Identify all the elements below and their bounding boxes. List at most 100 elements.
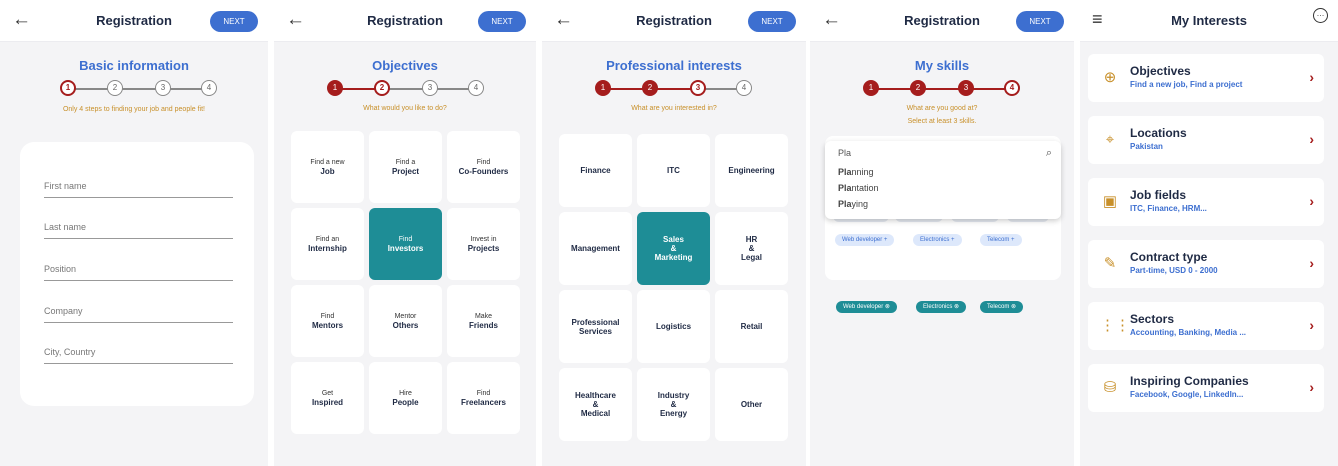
position-field[interactable]: Position xyxy=(44,263,233,281)
step-1: 1 xyxy=(863,80,879,96)
step-progress: 1 2 3 4 xyxy=(60,80,217,98)
tile-label: Co-Founders xyxy=(458,167,509,176)
card-subtitle: Pakistan xyxy=(1130,142,1163,151)
company-field[interactable]: Company xyxy=(44,305,233,323)
step-4: 4 xyxy=(1004,80,1020,96)
interest-tile[interactable]: Engineering xyxy=(715,134,788,207)
objective-tile[interactable]: Make Friends xyxy=(447,285,520,357)
step-3: 3 xyxy=(422,80,438,96)
city-country-field[interactable]: City, Country xyxy=(44,346,233,364)
step-hint: Only 4 steps to finding your job and peo… xyxy=(62,106,206,113)
interest-card-sectors[interactable]: ⋮⋮ Sectors Accounting, Banking, Media ... › xyxy=(1088,302,1324,350)
screen-basic-information: ← Registration NEXT Basic information 1 … xyxy=(0,0,268,466)
interest-tile[interactable]: Finance xyxy=(559,134,632,207)
suggestion-item[interactable]: Planning xyxy=(838,167,874,177)
chevron-right-icon: › xyxy=(1309,69,1314,85)
tile-label: Investors xyxy=(387,244,424,253)
interest-card-objectives[interactable]: ⊕ Objectives Find a new job, Find a projec… xyxy=(1088,54,1324,102)
skill-chip[interactable]: Electronics + xyxy=(913,234,962,246)
objective-tile[interactable]: Find a Project xyxy=(369,131,442,203)
chevron-right-icon: › xyxy=(1309,193,1314,209)
objective-tile[interactable]: Hire People xyxy=(369,362,442,434)
selected-skill-chip[interactable]: Web developer ⊗ xyxy=(836,301,897,313)
next-button[interactable]: NEXT xyxy=(1016,11,1064,32)
screen-my-interests: ≡ My Interests … ⊕ Objectives Find a new j… xyxy=(1080,0,1338,466)
screens-container: ← Registration NEXT Basic information 1 … xyxy=(0,0,1338,466)
step-4: 4 xyxy=(468,80,484,96)
page-title: My Interests xyxy=(1171,13,1247,28)
tile-label: & xyxy=(592,400,599,409)
tile-label: Mentor xyxy=(394,313,417,320)
tile-label: Freelancers xyxy=(461,398,506,407)
interest-tile[interactable]: Professional Services xyxy=(559,290,632,363)
objective-tile[interactable]: Find Mentors xyxy=(291,285,364,357)
objective-tile[interactable]: Find Investors xyxy=(369,208,442,280)
tile-label: Logistics xyxy=(655,322,692,331)
tile-label: Other xyxy=(740,400,763,409)
interest-tile[interactable]: ITC xyxy=(637,134,710,207)
registration-form: First name Last name Position Company Ci… xyxy=(20,142,254,406)
screen-objectives: ← Registration NEXT Objectives 1 2 3 4 W… xyxy=(274,0,536,466)
map-pin-icon: ⌖ xyxy=(1105,131,1115,148)
interest-tile[interactable]: Healthcare & Medical xyxy=(559,368,632,441)
suggestion-item[interactable]: Plantation xyxy=(838,183,879,193)
interest-tile[interactable]: Other xyxy=(715,368,788,441)
next-button[interactable]: NEXT xyxy=(748,11,796,32)
interest-tile[interactable]: Logistics xyxy=(637,290,710,363)
section-title: My skills xyxy=(914,58,970,73)
skill-chip[interactable]: Telecom + xyxy=(980,234,1022,246)
tile-label: Marketing xyxy=(654,253,693,262)
objective-tile[interactable]: Find Co-Founders xyxy=(447,131,520,203)
objective-tile[interactable]: Find Freelancers xyxy=(447,362,520,434)
selected-skill-chip[interactable]: Electronics ⊗ xyxy=(916,301,967,313)
section-title: Objectives xyxy=(372,58,438,73)
tile-label: Project xyxy=(391,167,420,176)
step-4: 4 xyxy=(736,80,752,96)
card-title: Sectors xyxy=(1130,312,1175,326)
skill-chip[interactable]: Web developer + xyxy=(835,234,895,246)
objective-tile[interactable]: Invest in Projects xyxy=(447,208,520,280)
objective-tile[interactable]: Find a new Job xyxy=(291,131,364,203)
top-bar: ← Registration NEXT xyxy=(0,0,268,42)
chat-bubble-icon[interactable]: … xyxy=(1313,8,1328,23)
tile-label: & xyxy=(748,244,755,253)
skill-search-input[interactable] xyxy=(838,148,1028,158)
tile-label: & xyxy=(670,244,677,253)
step-hint: What are you interested in? xyxy=(631,105,717,112)
tile-label: Professional xyxy=(571,317,620,327)
tile-label: Find a xyxy=(395,159,416,166)
search-icon[interactable]: ⌕ xyxy=(1046,147,1052,160)
chevron-right-icon: › xyxy=(1309,379,1314,395)
interest-tile[interactable]: Management xyxy=(559,212,632,285)
step-2: 2 xyxy=(374,80,390,96)
tile-label: Legal xyxy=(741,253,762,262)
screen-professional-interests: ← Registration NEXT Professional interes… xyxy=(542,0,806,466)
screen-my-skills: ← Registration NEXT My skills 1 2 3 4 Wh… xyxy=(810,0,1074,466)
step-4: 4 xyxy=(201,80,217,96)
first-name-field[interactable]: First name xyxy=(44,180,233,198)
tile-label: Sales xyxy=(663,235,684,244)
database-icon: ⛁ xyxy=(1103,379,1117,396)
objective-tile[interactable]: Mentor Others xyxy=(369,285,442,357)
interest-tile[interactable]: Sales & Marketing xyxy=(637,212,710,285)
selected-skill-chip[interactable]: Telecom ⊗ xyxy=(980,301,1024,313)
interest-tile[interactable]: Industry & Energy xyxy=(637,368,710,441)
chevron-right-icon: › xyxy=(1309,131,1314,147)
objective-tile[interactable]: Get Inspired xyxy=(291,362,364,434)
chevron-right-icon: › xyxy=(1309,255,1314,271)
interest-card-inspiring-companies[interactable]: ⛁ Inspiring Companies Facebook, Google, Li… xyxy=(1088,364,1324,412)
interest-card-contract-type[interactable]: ✎ Contract type Part-time, USD 0 - 2000 › xyxy=(1088,240,1324,288)
tile-label: Engineering xyxy=(728,166,775,175)
next-button[interactable]: NEXT xyxy=(478,11,526,32)
objective-tile[interactable]: Find an Internship xyxy=(291,208,364,280)
interest-tile[interactable]: HR & Legal xyxy=(715,212,788,285)
suggestion-item[interactable]: Playing xyxy=(838,199,868,209)
tile-label: Find xyxy=(476,390,491,397)
next-button[interactable]: NEXT xyxy=(210,11,258,32)
step-hint: What are you good at? xyxy=(906,105,978,112)
last-name-field[interactable]: Last name xyxy=(44,221,233,239)
interest-tile[interactable]: Retail xyxy=(715,290,788,363)
top-bar: ≡ My Interests … xyxy=(1080,0,1338,42)
interest-card-job-fields[interactable]: ▣ Job fields ITC, Finance, HRM... › xyxy=(1088,178,1324,226)
interest-card-locations[interactable]: ⌖ Locations Pakistan › xyxy=(1088,116,1324,164)
